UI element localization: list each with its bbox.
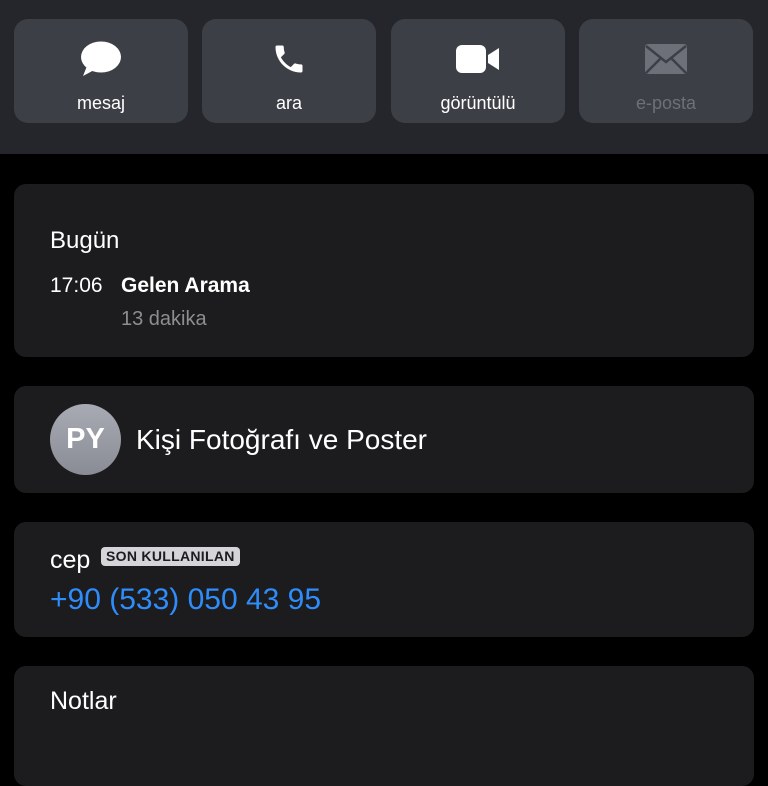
contact-photo-poster-row[interactable]: PY Kişi Fotoğrafı ve Poster <box>14 386 754 493</box>
avatar: PY <box>50 404 121 475</box>
call-duration: 13 dakika <box>121 308 207 330</box>
call-time: 17:06 <box>50 274 103 297</box>
phone-icon <box>202 39 376 79</box>
message-label: mesaj <box>76 93 125 113</box>
email-button[interactable]: e-posta <box>579 19 753 123</box>
video-icon <box>391 39 565 79</box>
email-label: e-posta <box>635 93 697 113</box>
call-type: Gelen Arama <box>121 274 250 297</box>
contact-photo-poster-label: Kişi Fotoğrafı ve Poster <box>136 424 428 455</box>
mail-icon <box>579 39 753 79</box>
phone-type-label: cep <box>50 546 91 574</box>
phone-number-link[interactable]: +90 (533) 050 43 95 <box>50 583 321 617</box>
action-bar: mesaj ara görüntülü e-posta <box>0 0 768 154</box>
message-button[interactable]: mesaj <box>14 19 188 123</box>
message-icon <box>14 39 188 79</box>
recent-badge: SON KULLANILAN <box>101 547 240 566</box>
date-heading: Bugün <box>50 227 120 254</box>
call-label: ara <box>275 93 302 113</box>
call-button[interactable]: ara <box>202 19 376 123</box>
recent-calls-card: Bugün 17:06 Gelen Arama 13 dakika <box>14 184 754 357</box>
video-label: görüntülü <box>440 93 516 113</box>
notes-card[interactable]: Notlar <box>14 666 754 786</box>
video-button[interactable]: görüntülü <box>391 19 565 123</box>
phone-card: cep SON KULLANILAN +90 (533) 050 43 95 <box>14 522 754 637</box>
notes-label: Notlar <box>50 687 117 715</box>
